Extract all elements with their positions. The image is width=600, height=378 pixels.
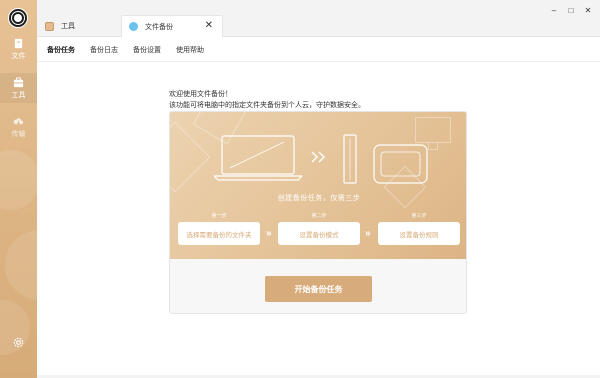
sidebar-item-tools[interactable]: 工具 — [0, 73, 37, 103]
tab-tools[interactable]: 工具 — [45, 15, 125, 37]
sidebar: 文件 工具 传输 — [0, 0, 37, 378]
sidebar-item-label: 传输 — [11, 130, 26, 138]
sub-navigation: 备份任务 备份日志 备份设置 使用帮助 — [37, 38, 600, 62]
step-3-box: 设置备份规则 — [378, 222, 460, 245]
maximize-button[interactable]: □ — [567, 6, 575, 15]
step-arrow-icon: » — [266, 228, 272, 239]
toolbox-icon — [13, 76, 24, 87]
subnav-backup-settings[interactable]: 备份设置 — [133, 45, 161, 55]
tab-label: 文件备份 — [145, 23, 173, 31]
minimize-button[interactable]: – — [550, 6, 558, 15]
tab-file-backup[interactable]: 文件备份 ✕ — [121, 15, 223, 37]
subnav-backup-tasks[interactable]: 备份任务 — [47, 45, 75, 55]
welcome-text: 欢迎使用文件备份！ — [169, 91, 232, 98]
tab-bar: 工具 文件备份 ✕ – □ ✕ — [37, 0, 600, 37]
step-2-label: 第二步 — [311, 213, 327, 219]
sidebar-item-label: 文件 — [11, 52, 26, 60]
backup-guide-card: 创建备份任务，仅需三步 第一步 选择需要备份的文件夹 » 第二步 设置备份模式 … — [169, 111, 467, 314]
subnav-help[interactable]: 使用帮助 — [176, 45, 204, 55]
tab-label: 工具 — [61, 23, 75, 30]
file-icon — [14, 38, 23, 48]
step-1-label: 第一步 — [211, 213, 227, 219]
sidebar-item-label: 工具 — [11, 91, 26, 99]
description-text: 该功能可将电脑中的指定文件夹备份到个人云，守护数据安全。 — [169, 102, 365, 109]
gear-icon[interactable] — [12, 336, 25, 349]
subnav-backup-log[interactable]: 备份日志 — [90, 45, 118, 55]
sidebar-item-files[interactable]: 文件 — [0, 34, 37, 64]
cloud-box-icon — [373, 144, 428, 184]
backup-tab-icon — [129, 22, 138, 31]
double-chevron-icon — [311, 151, 325, 163]
step-2-box: 设置备份模式 — [278, 222, 360, 245]
step-1-box: 选择需要备份的文件夹 — [178, 222, 260, 245]
window-controls: – □ ✕ — [550, 6, 592, 15]
sidebar-item-transfer[interactable]: 传输 — [0, 112, 37, 142]
step-arrow-icon: » — [365, 228, 371, 239]
toolbox-tab-icon — [45, 21, 54, 31]
start-backup-button[interactable]: 开始备份任务 — [265, 276, 372, 302]
steps-title: 创建备份任务，仅需三步 — [277, 195, 361, 202]
avatar[interactable] — [8, 8, 28, 28]
step-3-label: 第三步 — [411, 213, 427, 219]
close-tab-icon[interactable]: ✕ — [205, 21, 213, 31]
laptop-icon — [214, 135, 302, 181]
close-window-button[interactable]: ✕ — [584, 6, 592, 15]
steps-banner: 创建备份任务，仅需三步 第一步 选择需要备份的文件夹 » 第二步 设置备份模式 … — [170, 112, 466, 259]
nas-device-icon — [343, 134, 357, 184]
cloud-transfer-icon — [13, 117, 24, 125]
